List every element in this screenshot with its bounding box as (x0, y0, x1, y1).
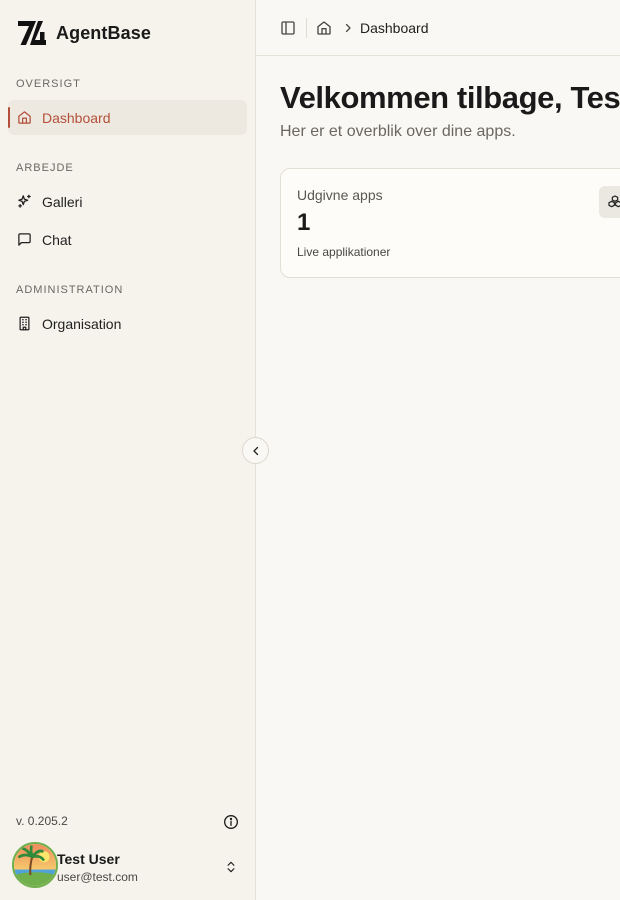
page-title: Velkommen tilbage, Test (280, 80, 620, 115)
page-subtitle: Her er et overblik over dine apps. (280, 123, 516, 140)
card-icon-box (599, 186, 620, 218)
user-menu[interactable]: Test User user@test.com (12, 842, 248, 888)
home-icon (17, 110, 32, 125)
stat-card-published-apps: Udgivne apps 1 Live applikationer (280, 168, 620, 278)
card-value: 1 (297, 209, 311, 236)
sidebar-item-organisation[interactable]: Organisation (8, 306, 247, 341)
breadcrumb-home-icon[interactable] (316, 20, 332, 36)
sidebar-item-label: Organisation (42, 315, 122, 332)
collapse-sidebar-button[interactable] (242, 437, 269, 464)
sparkles-icon (17, 194, 32, 209)
card-title: Udgivne apps (297, 187, 383, 203)
message-square-icon (17, 232, 32, 247)
breadcrumb-current: Dashboard (360, 20, 429, 36)
building-icon (17, 316, 32, 331)
sidebar: AgentBase OVERSIGT Dashboard ARBEJDE Gal… (0, 0, 256, 900)
sidebar-item-label: Dashboard (42, 109, 111, 126)
sidebar-item-label: Chat (42, 231, 72, 248)
avatar-beach-image (14, 844, 56, 886)
agentbase-logo-icon (18, 21, 46, 45)
brand-name: AgentBase (56, 22, 151, 43)
user-email: user@test.com (57, 870, 138, 884)
version-label: v. 0.205.2 (16, 814, 68, 828)
brand[interactable]: AgentBase (16, 18, 151, 48)
topbar: Dashboard (256, 0, 620, 56)
sidebar-item-label: Galleri (42, 193, 83, 210)
avatar (12, 842, 58, 888)
chevrons-up-down-icon (224, 860, 238, 874)
user-name: Test User (57, 851, 120, 867)
sidebar-item-chat[interactable]: Chat (8, 222, 247, 257)
chevron-left-icon (252, 446, 258, 455)
section-label-arbejde: ARBEJDE (16, 162, 74, 174)
topbar-divider (306, 18, 307, 38)
section-label-administration: ADMINISTRATION (16, 284, 124, 296)
boxes-icon (608, 195, 620, 208)
info-icon[interactable] (223, 814, 239, 830)
chevron-right-icon (342, 22, 354, 34)
section-label-oversigt: OVERSIGT (16, 78, 81, 90)
card-description: Live applikationer (297, 245, 391, 259)
sidebar-toggle-icon[interactable] (280, 20, 296, 36)
sidebar-item-galleri[interactable]: Galleri (8, 184, 247, 219)
sidebar-item-dashboard[interactable]: Dashboard (8, 100, 247, 135)
